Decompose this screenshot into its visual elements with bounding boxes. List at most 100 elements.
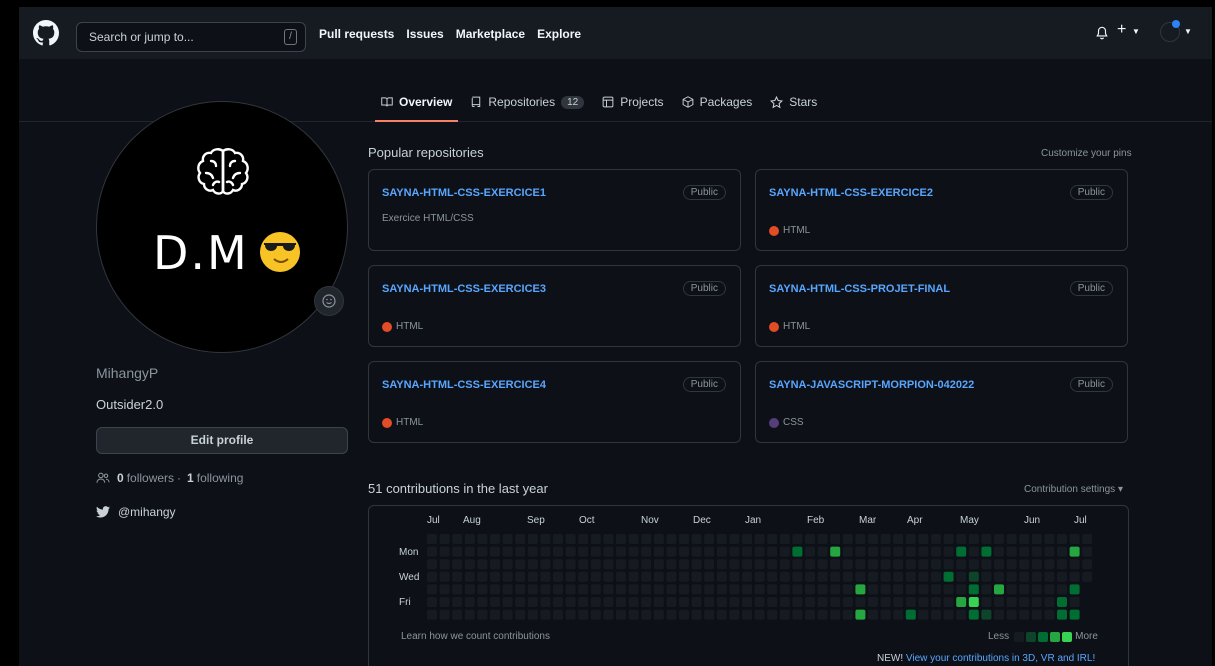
- contribution-day-cell[interactable]: [1019, 534, 1030, 544]
- repo-name-link[interactable]: SAYNA-HTML-CSS-EXERCICE4: [382, 379, 546, 391]
- contribution-day-cell[interactable]: [490, 546, 500, 557]
- contribution-day-cell[interactable]: [779, 597, 790, 607]
- repo-name-link[interactable]: SAYNA-HTML-CSS-EXERCICE2: [769, 187, 933, 199]
- contribution-day-cell[interactable]: [842, 571, 853, 582]
- contribution-day-cell[interactable]: [905, 571, 916, 582]
- contribution-day-cell[interactable]: [603, 571, 614, 582]
- contribution-day-cell[interactable]: [616, 559, 626, 570]
- contribution-day-cell[interactable]: [1019, 584, 1030, 595]
- contribution-day-cell[interactable]: [842, 597, 853, 607]
- contribution-day-cell[interactable]: [540, 584, 551, 595]
- contribution-day-cell[interactable]: [679, 597, 689, 607]
- contribution-day-cell[interactable]: [590, 609, 601, 620]
- contribution-day-cell[interactable]: [527, 597, 538, 607]
- contribution-day-cell[interactable]: [968, 584, 979, 595]
- contribution-day-cell[interactable]: [880, 597, 891, 607]
- contribution-day-cell[interactable]: [1057, 584, 1067, 595]
- contribution-day-cell[interactable]: [1044, 609, 1055, 620]
- contribution-day-cell[interactable]: [616, 571, 626, 582]
- contribution-day-cell[interactable]: [452, 571, 463, 582]
- contribution-day-cell[interactable]: [578, 546, 589, 557]
- contribution-day-cell[interactable]: [490, 597, 500, 607]
- repo-name-link[interactable]: SAYNA-HTML-CSS-EXERCICE3: [382, 283, 546, 295]
- contribution-day-cell[interactable]: [666, 597, 677, 607]
- contribution-day-cell[interactable]: [842, 559, 853, 570]
- contribution-day-cell[interactable]: [477, 584, 488, 595]
- contribution-day-cell[interactable]: [918, 584, 929, 595]
- contribution-day-cell[interactable]: [704, 571, 715, 582]
- contribution-day-cell[interactable]: [817, 534, 828, 544]
- contribution-day-cell[interactable]: [716, 534, 727, 544]
- contribution-day-cell[interactable]: [641, 559, 652, 570]
- contribution-day-cell[interactable]: [439, 584, 450, 595]
- contribution-day-cell[interactable]: [968, 534, 979, 544]
- nav-issues[interactable]: Issues: [406, 27, 443, 41]
- contribution-day-cell[interactable]: [968, 571, 979, 582]
- contribution-day-cell[interactable]: [842, 584, 853, 595]
- following-label[interactable]: following: [197, 471, 244, 485]
- contribution-day-cell[interactable]: [452, 584, 463, 595]
- contribution-day-cell[interactable]: [1069, 534, 1080, 544]
- contribution-day-cell[interactable]: [1019, 609, 1030, 620]
- tab-overview[interactable]: Overview: [374, 84, 459, 122]
- contribution-day-cell[interactable]: [1057, 571, 1067, 582]
- contribution-day-cell[interactable]: [805, 597, 815, 607]
- contribution-day-cell[interactable]: [502, 546, 513, 557]
- contribution-day-cell[interactable]: [666, 534, 677, 544]
- contribution-day-cell[interactable]: [452, 559, 463, 570]
- contribution-day-cell[interactable]: [754, 534, 765, 544]
- contribution-day-cell[interactable]: [1031, 609, 1042, 620]
- nav-explore[interactable]: Explore: [537, 27, 581, 41]
- contribution-day-cell[interactable]: [1044, 546, 1055, 557]
- contribution-day-cell[interactable]: [666, 584, 677, 595]
- contribution-day-cell[interactable]: [439, 571, 450, 582]
- contribution-day-cell[interactable]: [527, 546, 538, 557]
- contribution-day-cell[interactable]: [817, 597, 828, 607]
- contribution-day-cell[interactable]: [704, 534, 715, 544]
- contribution-day-cell[interactable]: [540, 559, 551, 570]
- contribution-day-cell[interactable]: [540, 609, 551, 620]
- contribution-day-cell[interactable]: [578, 534, 589, 544]
- repo-name-link[interactable]: SAYNA-HTML-CSS-PROJET-FINAL: [769, 283, 950, 295]
- contribution-day-cell[interactable]: [1069, 584, 1080, 595]
- contribution-day-cell[interactable]: [439, 534, 450, 544]
- contribution-day-cell[interactable]: [527, 534, 538, 544]
- contribution-day-cell[interactable]: [490, 584, 500, 595]
- contribution-day-cell[interactable]: [792, 534, 803, 544]
- contribution-day-cell[interactable]: [994, 546, 1004, 557]
- contribution-day-cell[interactable]: [729, 584, 740, 595]
- contribution-day-cell[interactable]: [1057, 534, 1067, 544]
- contribution-day-cell[interactable]: [477, 609, 488, 620]
- contribution-day-cell[interactable]: [540, 546, 551, 557]
- contribution-day-cell[interactable]: [515, 559, 526, 570]
- contribution-day-cell[interactable]: [464, 571, 475, 582]
- contribution-day-cell[interactable]: [565, 609, 576, 620]
- contribution-day-cell[interactable]: [515, 571, 526, 582]
- contribution-day-cell[interactable]: [477, 534, 488, 544]
- contribution-day-cell[interactable]: [590, 597, 601, 607]
- learn-contributions-link[interactable]: Learn how we count contributions: [401, 631, 550, 642]
- contribution-day-cell[interactable]: [830, 584, 841, 595]
- contribution-day-cell[interactable]: [452, 609, 463, 620]
- contribution-day-cell[interactable]: [893, 584, 904, 595]
- contribution-day-cell[interactable]: [918, 609, 929, 620]
- contribution-day-cell[interactable]: [981, 559, 992, 570]
- contribution-day-cell[interactable]: [855, 584, 866, 595]
- bell-icon[interactable]: [1095, 25, 1109, 41]
- contribution-day-cell[interactable]: [679, 559, 689, 570]
- contribution-day-cell[interactable]: [464, 534, 475, 544]
- contribution-day-cell[interactable]: [729, 559, 740, 570]
- contribution-day-cell[interactable]: [1031, 534, 1042, 544]
- contribution-day-cell[interactable]: [767, 571, 778, 582]
- contribution-day-cell[interactable]: [653, 559, 664, 570]
- contribution-day-cell[interactable]: [1069, 559, 1080, 570]
- contribution-day-cell[interactable]: [817, 609, 828, 620]
- contribution-day-cell[interactable]: [616, 534, 626, 544]
- contribution-day-cell[interactable]: [943, 559, 954, 570]
- contribution-day-cell[interactable]: [704, 546, 715, 557]
- contribution-day-cell[interactable]: [464, 584, 475, 595]
- contribution-day-cell[interactable]: [452, 534, 463, 544]
- contribution-day-cell[interactable]: [1031, 559, 1042, 570]
- contribution-day-cell[interactable]: [691, 609, 702, 620]
- contribution-day-cell[interactable]: [994, 559, 1004, 570]
